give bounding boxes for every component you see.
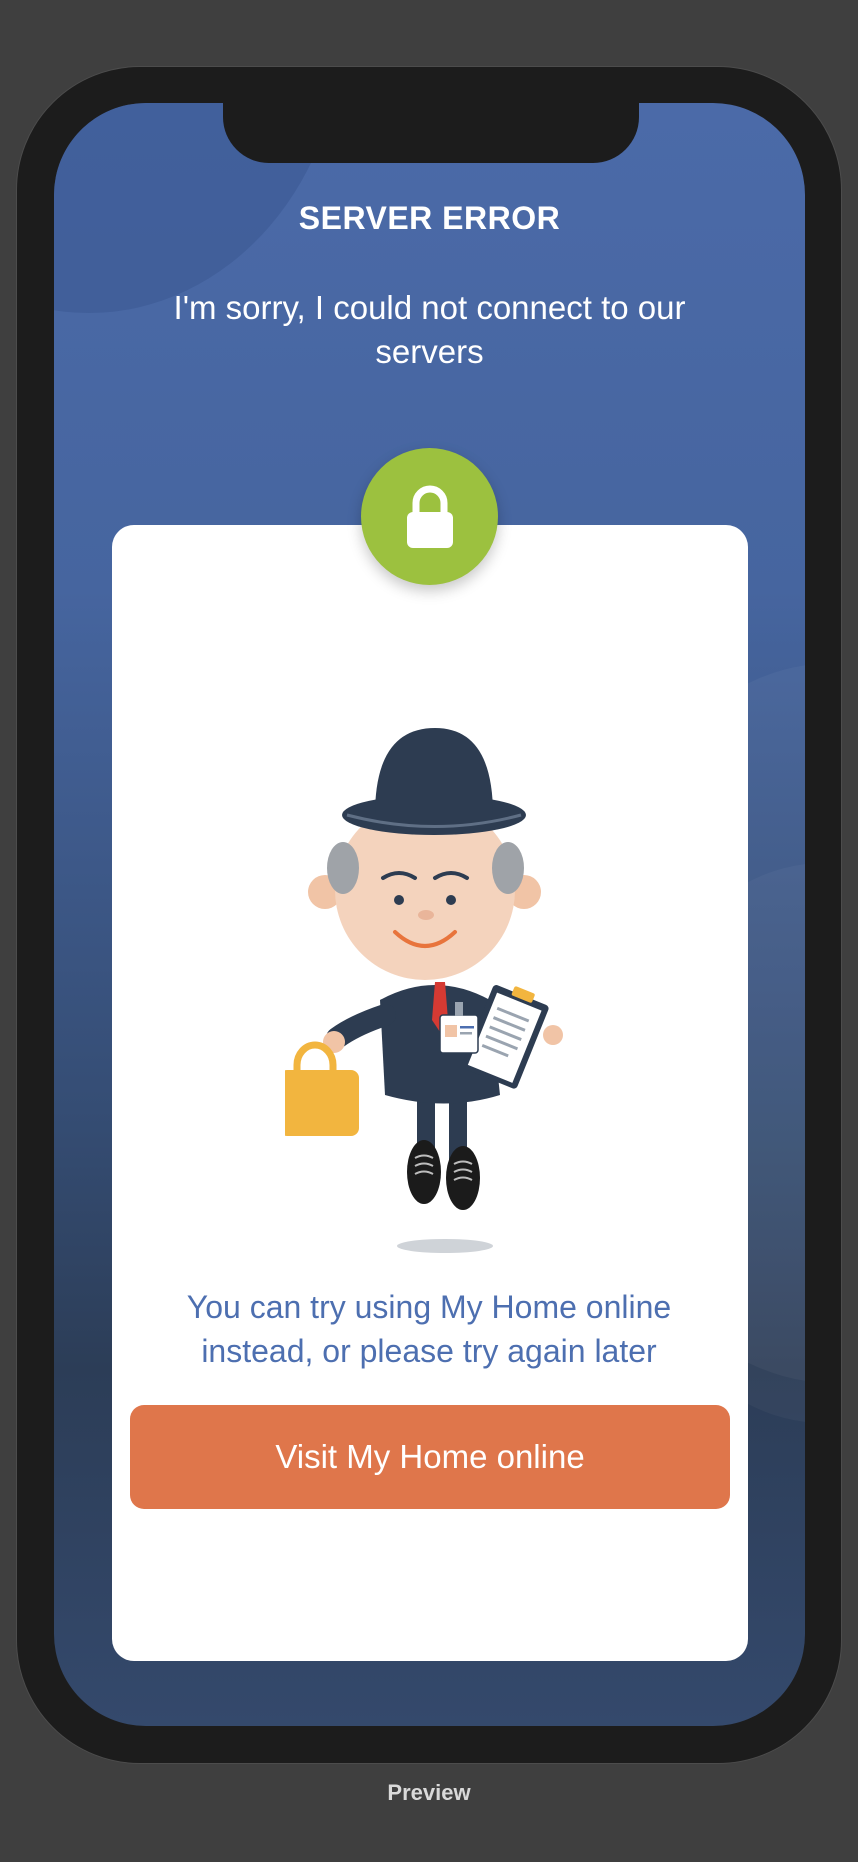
visit-my-home-online-button[interactable]: Visit My Home online <box>130 1405 730 1509</box>
mascot-illustration <box>285 728 563 1253</box>
lock-icon <box>407 485 453 548</box>
device-notch <box>223 103 639 163</box>
error-message: I'm sorry, I could not connect to our se… <box>173 289 686 370</box>
lock-badge <box>361 448 498 585</box>
card-message: You can try using My Home online instead… <box>186 1289 672 1369</box>
preview-label: Preview <box>387 1780 471 1805</box>
error-title: SERVER ERROR <box>298 200 561 236</box>
